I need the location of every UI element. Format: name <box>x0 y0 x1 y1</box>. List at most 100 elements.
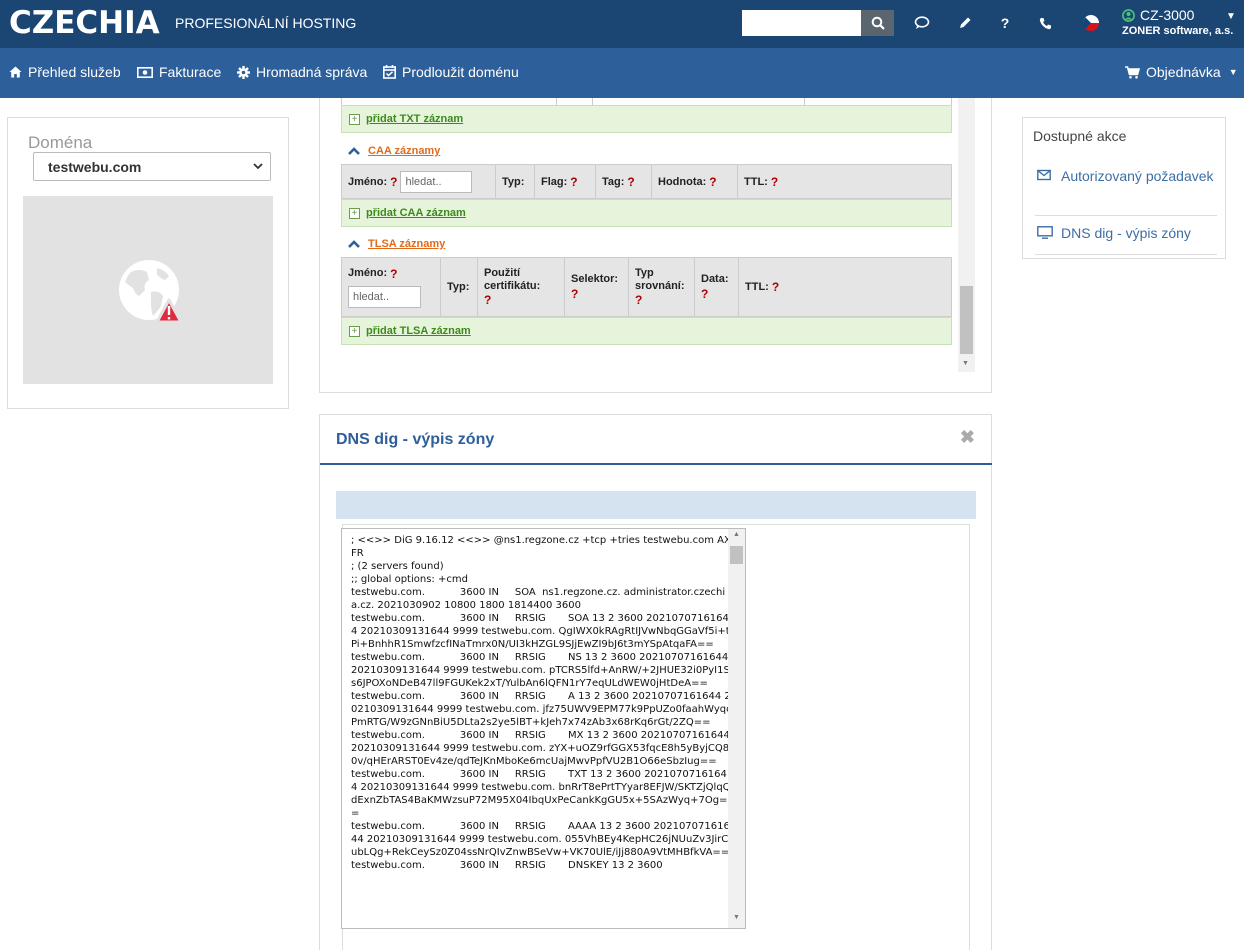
plus-icon: + <box>349 113 360 125</box>
account-company: ZONER software, a.s. <box>1122 25 1234 37</box>
caa-type-label: Typ: <box>502 175 525 188</box>
tlsa-name-label: Jméno: <box>348 266 388 279</box>
add-txt-row: + přidat TXT záznam <box>341 105 952 133</box>
pencil-icon[interactable] <box>955 13 975 33</box>
caret-down-icon[interactable]: ▼ <box>1226 11 1236 22</box>
user-online-icon <box>1122 8 1135 22</box>
txt-table-bottom <box>341 98 952 105</box>
scroll-up-arrow-icon[interactable]: ▲ <box>733 531 740 538</box>
globe-warning-icon <box>119 260 183 324</box>
nav-item-renew[interactable]: Prodloužit doménu <box>383 64 519 80</box>
chat-icon[interactable] <box>912 13 932 33</box>
calendar-check-icon <box>383 65 396 79</box>
caa-filter-row: Jméno: ? hledat.. Typ: Flag:? Tag:? Hodn… <box>341 164 952 199</box>
tlsa-name-search[interactable]: hledat.. <box>348 285 421 308</box>
tlsa-name-header: Jméno: ? <box>348 267 397 281</box>
help-mark-icon[interactable]: ? <box>484 293 491 307</box>
help-mark-icon[interactable]: ? <box>771 175 778 189</box>
caa-ttl-cell: TTL:? <box>738 165 952 198</box>
dig-scrollbar-thumb[interactable] <box>730 546 743 564</box>
action-authorized-request[interactable]: Autorizovaný požadavek <box>1037 166 1217 186</box>
home-icon <box>9 66 22 78</box>
chevron-up-icon <box>348 147 360 155</box>
account-menu[interactable]: CZ-3000 ZONER software, a.s. <box>1122 7 1233 37</box>
monitor-icon <box>1037 226 1053 239</box>
add-caa-link[interactable]: přidat CAA záznam <box>366 207 466 219</box>
help-mark-icon[interactable]: ? <box>390 175 397 189</box>
help-mark-icon[interactable]: ? <box>772 280 779 294</box>
add-tlsa-link[interactable]: přidat TLSA záznam <box>366 325 471 337</box>
help-mark-icon[interactable]: ? <box>709 175 716 189</box>
dig-scrollbar[interactable] <box>728 529 745 928</box>
search-button[interactable] <box>861 10 894 36</box>
cart-icon <box>1125 65 1140 79</box>
tagline: PROFESIONÁLNÍ HOSTING <box>175 15 357 31</box>
tlsa-usage-label-1: Použití <box>484 267 521 279</box>
help-icon[interactable]: ? <box>995 13 1015 33</box>
add-txt-link[interactable]: přidat TXT záznam <box>366 113 463 125</box>
tlsa-section-toggle[interactable]: TLSA záznamy <box>348 238 445 250</box>
nav-item-services[interactable]: Přehled služeb <box>9 64 121 80</box>
tlsa-type-label: Typ: <box>447 281 470 293</box>
help-mark-icon[interactable]: ? <box>627 175 634 189</box>
close-icon[interactable]: ✖ <box>960 427 975 448</box>
help-mark-icon[interactable]: ? <box>701 287 708 301</box>
money-icon <box>137 66 153 78</box>
top-bar: CZECHIA PROFESIONÁLNÍ HOSTING ? CZ-3000 … <box>0 0 1244 48</box>
caa-tag-cell: Tag:? <box>596 165 652 198</box>
caa-name-cell: Jméno: ? hledat.. <box>342 165 496 198</box>
tlsa-type-cell: Typ: <box>441 258 478 316</box>
caa-value-label: Hodnota: <box>658 175 707 188</box>
caa-tag-label: Tag: <box>602 175 625 188</box>
help-mark-icon[interactable]: ? <box>635 293 642 307</box>
dig-output-textarea[interactable]: ; <<>> DiG 9.16.12 <<>> @ns1.regzone.cz … <box>341 528 746 929</box>
search-icon <box>871 16 885 30</box>
nav-item-billing[interactable]: Fakturace <box>137 64 221 80</box>
website-preview <box>23 196 273 384</box>
scroll-down-arrow-icon[interactable]: ▼ <box>733 914 740 921</box>
divider <box>592 98 593 105</box>
divider <box>804 98 805 105</box>
caa-section-toggle[interactable]: CAA záznamy <box>348 145 440 157</box>
caa-type-cell: Typ: <box>496 165 535 198</box>
gear-icon <box>237 65 250 79</box>
nav-item-order[interactable]: Objednávka ▼ <box>1125 64 1238 80</box>
dig-toolbar <box>336 491 976 519</box>
nav-item-bulk[interactable]: Hromadná správa <box>237 64 367 80</box>
czech-flag-icon[interactable] <box>1083 15 1099 31</box>
help-mark-icon[interactable]: ? <box>390 267 397 281</box>
caa-value-cell: Hodnota:? <box>652 165 738 198</box>
nav-label: Fakturace <box>159 64 222 80</box>
tlsa-data-cell: Data: ? <box>695 258 739 316</box>
tlsa-usage-label-2: certifikátu: <box>484 280 541 292</box>
nav-label: Hromadná správa <box>256 64 368 80</box>
help-mark-icon[interactable]: ? <box>571 287 578 301</box>
divider <box>556 98 557 105</box>
caa-name-search[interactable]: hledat.. <box>400 170 473 193</box>
phone-icon[interactable] <box>1035 13 1055 33</box>
nav-label: Přehled služeb <box>28 64 121 80</box>
tlsa-section-title[interactable]: TLSA záznamy <box>368 238 445 250</box>
account-id: CZ-3000 <box>1140 7 1195 23</box>
help-mark-icon[interactable]: ? <box>570 175 577 189</box>
action-dns-dig[interactable]: DNS dig - výpis zóny <box>1037 223 1217 243</box>
caa-section-title[interactable]: CAA záznamy <box>368 145 440 157</box>
divider <box>320 463 992 465</box>
action-label: Autorizovaný požadavek <box>1061 168 1214 184</box>
domain-label: Doména <box>28 133 93 152</box>
add-caa-row: + přidat CAA záznam <box>341 199 952 227</box>
plus-icon: + <box>349 207 360 219</box>
dig-output-text: ; <<>> DiG 9.16.12 <<>> @ns1.regzone.cz … <box>351 535 733 871</box>
domain-card: Doména testwebu.com <box>7 117 289 409</box>
envelope-icon <box>1037 169 1051 181</box>
tlsa-selector-label: Selektor: <box>571 273 619 285</box>
scroll-down-arrow-icon[interactable]: ▼ <box>962 360 969 367</box>
tlsa-filter-row: Jméno: ? hledat.. Typ: Použití certifiká… <box>341 257 952 317</box>
tlsa-usage-cell: Použití certifikátu: ? <box>478 258 565 316</box>
search-input[interactable] <box>742 10 861 36</box>
logo[interactable]: CZECHIA <box>9 5 160 41</box>
caa-name-label: Jméno: <box>348 175 388 188</box>
domain-select[interactable]: testwebu.com <box>33 152 271 181</box>
dig-title: DNS dig - výpis zóny <box>336 431 495 448</box>
dns-scrollbar-thumb[interactable] <box>960 286 973 354</box>
